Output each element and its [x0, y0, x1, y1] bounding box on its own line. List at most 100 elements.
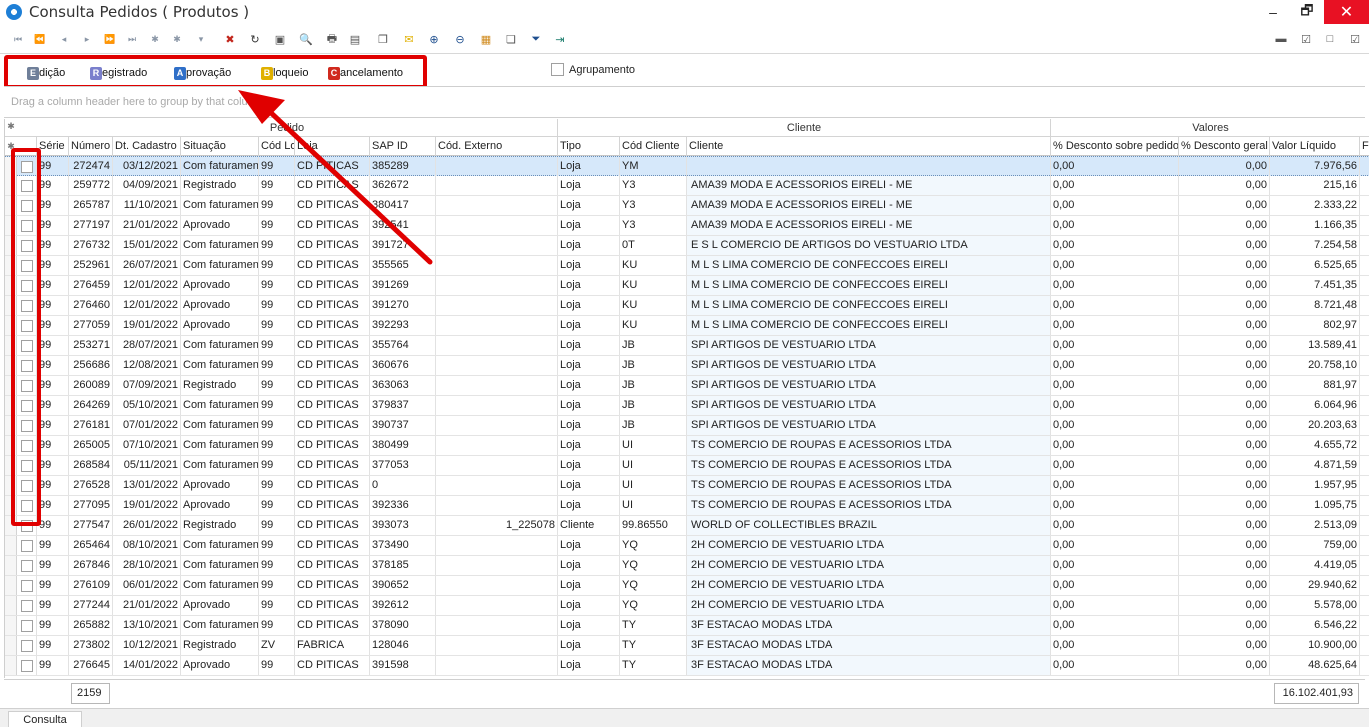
cell-desconto-sobre-pedido[interactable]: 0,00 [1051, 376, 1179, 395]
cell-desconto-geral[interactable]: 0,00 [1179, 376, 1270, 395]
cell-loja[interactable]: CD PITICAS [295, 157, 370, 176]
cell-valor-l-quido[interactable]: 802,97 [1270, 316, 1360, 335]
cell-cliente[interactable]: 3F ESTACAO MODAS LTDA [687, 656, 1051, 675]
cell-situa-o[interactable]: Registrado [181, 176, 259, 195]
cell-sap-id[interactable]: 378090 [370, 616, 436, 635]
next-page-icon[interactable]: ⏩ [101, 30, 119, 48]
cell-tipo[interactable]: Loja [558, 536, 620, 555]
cell-situa-o[interactable]: Registrado [181, 516, 259, 535]
first-record-icon[interactable]: ⏮ [9, 30, 27, 48]
cell-c-d-lo[interactable]: 99 [259, 596, 295, 615]
cell-desconto-sobre-pedido[interactable]: 0,00 [1051, 256, 1179, 275]
cell-loja[interactable]: CD PITICAS [295, 316, 370, 335]
cell-sap-id[interactable]: 391598 [370, 656, 436, 675]
cell-dt-cadastro[interactable]: 21/01/2022 [113, 216, 181, 235]
cell-s-rie[interactable]: 99 [37, 516, 69, 535]
cell-loja[interactable]: CD PITICAS [295, 356, 370, 375]
cell-loja[interactable]: FABRICA [295, 636, 370, 655]
cell-tipo[interactable]: Loja [558, 476, 620, 495]
cell-valor-l-quido[interactable]: 20.203,63 [1270, 416, 1360, 435]
cell-tipo[interactable]: Loja [558, 456, 620, 475]
maximize-button[interactable]: 🗗 [1290, 0, 1324, 24]
agrupamento-box[interactable] [551, 63, 564, 76]
cell-sap-id[interactable]: 355565 [370, 256, 436, 275]
cell-c-d-lo[interactable]: 99 [259, 416, 295, 435]
print-icon[interactable]: 🖶 [323, 30, 341, 48]
cell-sap-id[interactable]: 377053 [370, 456, 436, 475]
cell-c-d-cliente[interactable]: JB [620, 416, 687, 435]
cell-c-d-externo[interactable] [436, 376, 558, 395]
cell-tipo[interactable]: Loja [558, 216, 620, 235]
cell-valor-l-quido[interactable]: 2.513,09 [1270, 516, 1360, 535]
cell-c-d-cliente[interactable]: 99.86550 [620, 516, 687, 535]
cell-cliente[interactable]: SPI ARTIGOS DE VESTUARIO LTDA [687, 336, 1051, 355]
cell-cliente[interactable]: E S L COMERCIO DE ARTIGOS DO VESTUARIO L… [687, 236, 1051, 255]
email-icon[interactable]: ✉ [400, 30, 418, 48]
cell-loja[interactable]: CD PITICAS [295, 436, 370, 455]
cell-situa-o[interactable]: Aprovado [181, 476, 259, 495]
cell-situa-o[interactable]: Aprovado [181, 596, 259, 615]
cell-tipo[interactable]: Loja [558, 416, 620, 435]
cell-situa-o[interactable]: Com faturamen [181, 536, 259, 555]
cell-cliente[interactable]: AMA39 MODA E ACESSORIOS EIRELI - ME [687, 196, 1051, 215]
cell-c-d-cliente[interactable]: KU [620, 296, 687, 315]
cell-dt-cadastro[interactable]: 08/10/2021 [113, 536, 181, 555]
cell-c-d-lo[interactable]: 99 [259, 656, 295, 675]
table-row[interactable]: 99 267846 28/10/2021 Com faturamen 99 CD PITI… [5, 556, 1369, 576]
cell-c-d-cliente[interactable]: YQ [620, 596, 687, 615]
cell-dt-cadastro[interactable]: 13/10/2021 [113, 616, 181, 635]
cell-s-rie[interactable]: 99 [37, 376, 69, 395]
cell-s-rie[interactable]: 99 [37, 196, 69, 215]
cell-situa-o[interactable]: Com faturamen [181, 256, 259, 275]
view-2-icon[interactable]: ☑ [1297, 30, 1315, 48]
delete-icon[interactable]: ✖ [221, 30, 239, 48]
filter-arrow-icon[interactable]: ▾ [192, 30, 210, 48]
cell-tipo[interactable]: Loja [558, 636, 620, 655]
cell-c-d-externo[interactable] [436, 236, 558, 255]
cell-c-d-externo[interactable]: 1_225078 [436, 516, 558, 535]
cell-sap-id[interactable]: 355764 [370, 336, 436, 355]
cell-valor-l-quido[interactable]: 2.333,22 [1270, 196, 1360, 215]
cell-desconto-sobre-pedido[interactable]: 0,00 [1051, 236, 1179, 255]
cell-c-d-lo[interactable]: 99 [259, 216, 295, 235]
cell-c-d-cliente[interactable]: KU [620, 316, 687, 335]
cell-tipo[interactable]: Loja [558, 176, 620, 195]
cell-desconto-geral[interactable]: 0,00 [1179, 596, 1270, 615]
cell-cliente[interactable] [687, 157, 1051, 176]
cell-sap-id[interactable]: 392612 [370, 596, 436, 615]
cell-c-d-cliente[interactable]: JB [620, 396, 687, 415]
row-indicator[interactable] [5, 656, 17, 675]
cell-loja[interactable]: CD PITICAS [295, 416, 370, 435]
band-cliente[interactable]: Cliente [558, 119, 1051, 137]
cell-desconto-geral[interactable]: 0,00 [1179, 456, 1270, 475]
cell-desconto-sobre-pedido[interactable]: 0,00 [1051, 157, 1179, 176]
cell-situa-o[interactable]: Com faturamen [181, 616, 259, 635]
cell-c-d-cliente[interactable]: TY [620, 656, 687, 675]
cell-n-mero[interactable]: 264269 [69, 396, 113, 415]
cell-c-d-externo[interactable] [436, 656, 558, 675]
cell-desconto-sobre-pedido[interactable]: 0,00 [1051, 656, 1179, 675]
cell-c-d-lo[interactable]: 99 [259, 276, 295, 295]
cell-c-d-lo[interactable]: 99 [259, 576, 295, 595]
cell-n-mero[interactable]: 256686 [69, 356, 113, 375]
cell-dt-cadastro[interactable]: 15/01/2022 [113, 236, 181, 255]
cell-desconto-geral[interactable]: 0,00 [1179, 516, 1270, 535]
cell-cliente[interactable]: SPI ARTIGOS DE VESTUARIO LTDA [687, 376, 1051, 395]
cell-situa-o[interactable]: Aprovado [181, 296, 259, 315]
cell-desconto-geral[interactable]: 0,00 [1179, 476, 1270, 495]
cell-c-d-externo[interactable] [436, 296, 558, 315]
cell-sap-id[interactable]: 379837 [370, 396, 436, 415]
cell-c-d-externo[interactable] [436, 336, 558, 355]
cell-loja[interactable]: CD PITICAS [295, 616, 370, 635]
cell-c-d-externo[interactable] [436, 576, 558, 595]
table-row[interactable]: 99 276645 14/01/2022 Aprovado 99 CD PITICAS 39… [5, 656, 1369, 676]
cell-tipo[interactable]: Loja [558, 296, 620, 315]
cell-c-d-cliente[interactable]: Y3 [620, 176, 687, 195]
cell-c-d-externo[interactable] [436, 556, 558, 575]
cell-loja[interactable]: CD PITICAS [295, 236, 370, 255]
cell-tipo[interactable]: Loja [558, 496, 620, 515]
cell-c-d-externo[interactable] [436, 616, 558, 635]
properties-icon[interactable]: ▣ [271, 30, 289, 48]
cell-c-d-externo[interactable] [436, 416, 558, 435]
cell-desconto-geral[interactable]: 0,00 [1179, 276, 1270, 295]
